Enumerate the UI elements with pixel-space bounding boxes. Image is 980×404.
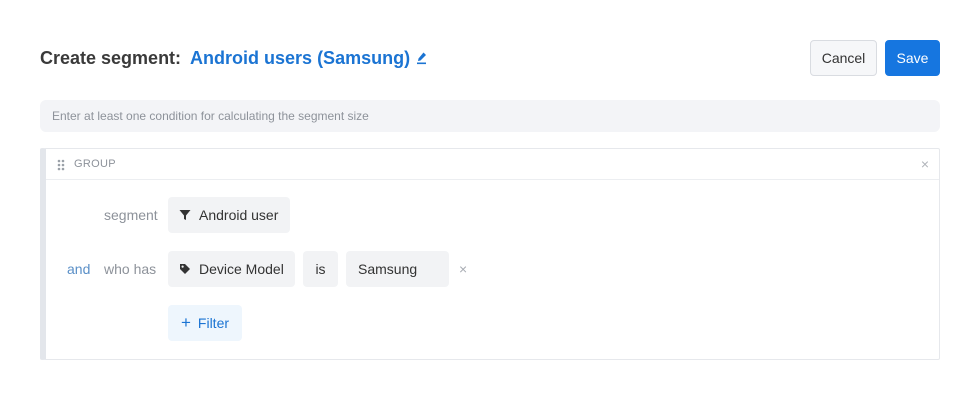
tag-icon bbox=[179, 263, 191, 275]
page-header: Create segment: Android users (Samsung) … bbox=[40, 40, 940, 76]
save-button[interactable]: Save bbox=[885, 40, 940, 76]
drag-handle-icon[interactable] bbox=[57, 158, 65, 176]
group-header: GROUP × bbox=[46, 149, 939, 180]
hint-text: Enter at least one condition for calcula… bbox=[52, 109, 369, 123]
filter-icon bbox=[179, 209, 191, 221]
who-has-label: who has bbox=[104, 261, 157, 277]
value-chip[interactable]: Samsung bbox=[346, 251, 449, 287]
segment-chip[interactable]: Android user bbox=[168, 197, 290, 233]
condition-group: GROUP × segment Android user and who has… bbox=[40, 148, 940, 360]
segment-chip-label: Android user bbox=[199, 207, 279, 223]
segment-name[interactable]: Android users (Samsung) bbox=[190, 48, 410, 69]
and-connector[interactable]: and bbox=[67, 261, 90, 277]
add-filter-button[interactable]: + Filter bbox=[168, 305, 242, 341]
value-label: Samsung bbox=[358, 261, 418, 277]
segment-label: segment bbox=[104, 207, 158, 223]
plus-icon: + bbox=[180, 313, 191, 332]
cancel-button[interactable]: Cancel bbox=[810, 40, 877, 76]
group-close-icon[interactable]: × bbox=[921, 157, 929, 171]
remove-condition-icon[interactable]: × bbox=[459, 261, 467, 277]
title-row: Create segment: Android users (Samsung) bbox=[40, 40, 428, 76]
page-title: Create segment: bbox=[40, 47, 182, 68]
add-filter-label: Filter bbox=[197, 315, 230, 331]
edit-pencil-icon[interactable] bbox=[416, 51, 428, 65]
property-chip-label: Device Model bbox=[199, 261, 284, 277]
group-label: GROUP bbox=[74, 158, 116, 170]
property-chip[interactable]: Device Model bbox=[168, 251, 295, 287]
segment-size-hint: Enter at least one condition for calcula… bbox=[40, 100, 940, 132]
operator-chip[interactable]: is bbox=[303, 251, 338, 287]
operator-label: is bbox=[315, 261, 326, 277]
